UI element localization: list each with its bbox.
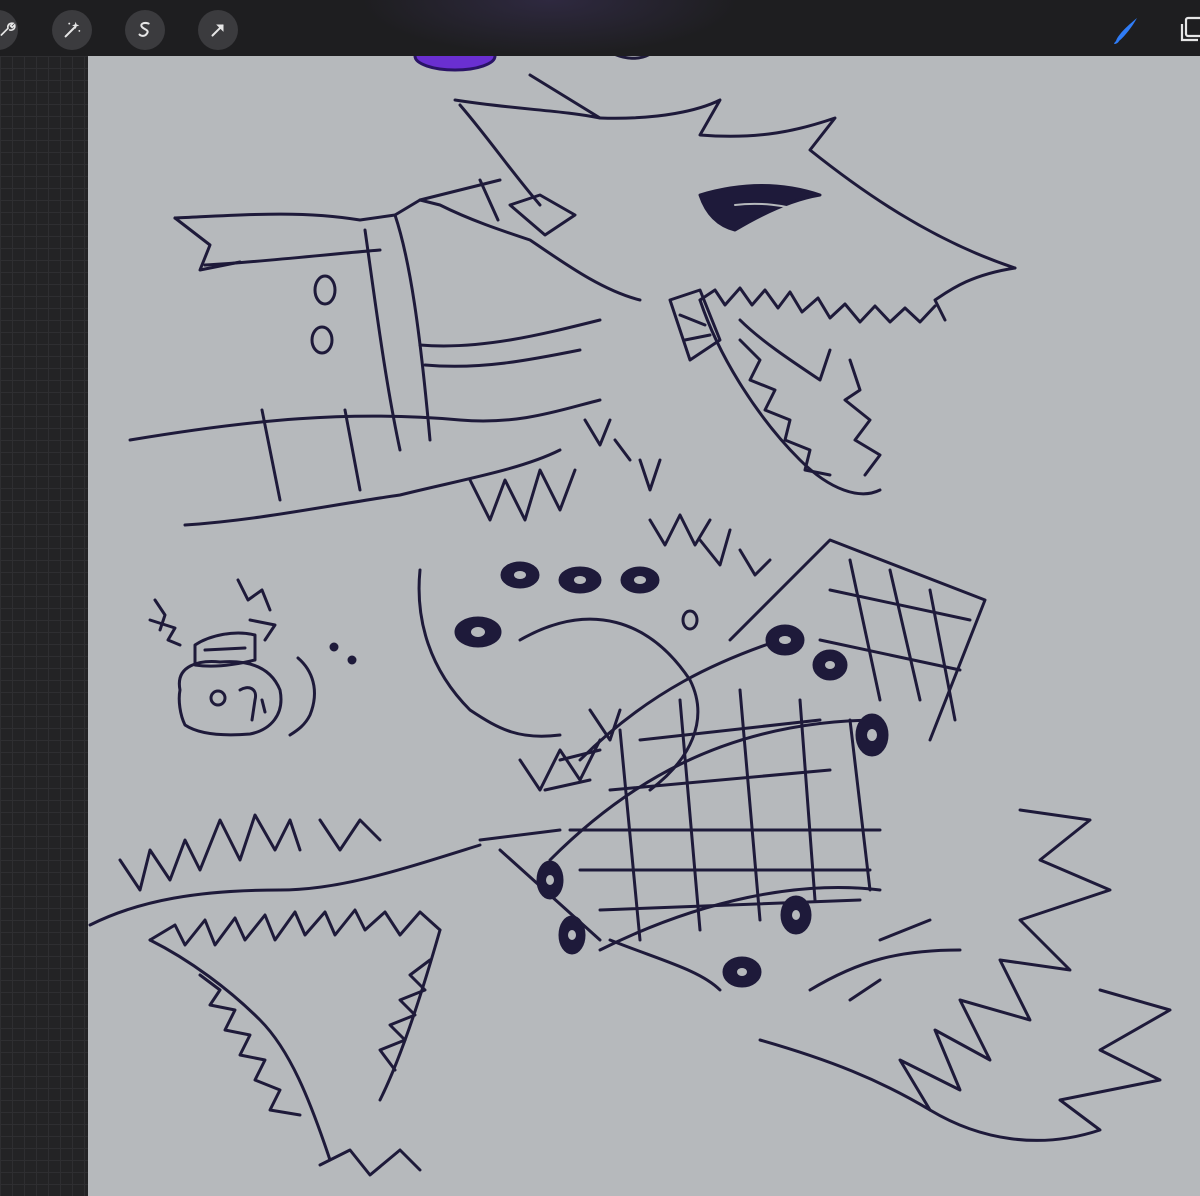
sketch-artwork <box>88 56 1172 1177</box>
creature-lower-jaws <box>88 708 1172 1177</box>
creature-head <box>453 73 1017 496</box>
transform-arrow-icon <box>211 24 224 37</box>
creature-grid-tube <box>478 538 987 992</box>
top-toolbar <box>0 0 1200 56</box>
drawing-canvas[interactable] <box>88 56 1200 1196</box>
toolbar-glow <box>360 0 740 56</box>
creature-middle-body <box>417 418 772 792</box>
workspace-grid-background <box>0 56 88 1196</box>
brush-tool-button[interactable] <box>1106 10 1146 50</box>
wrench-icon <box>0 22 16 36</box>
adjustments-tool-button[interactable] <box>52 10 92 50</box>
selection-icon <box>138 21 150 37</box>
transform-tool-button[interactable] <box>198 10 238 50</box>
wrench-tool-button[interactable] <box>0 10 18 50</box>
purple-mark <box>413 56 497 72</box>
magic-wand-icon <box>64 21 81 38</box>
brush-icon <box>1114 18 1137 44</box>
layers-tool-button[interactable] <box>1176 12 1200 48</box>
layers-icon <box>1180 16 1200 42</box>
small-doodle <box>148 578 357 737</box>
creature-arm <box>128 178 642 527</box>
selection-tool-button[interactable] <box>125 10 165 50</box>
